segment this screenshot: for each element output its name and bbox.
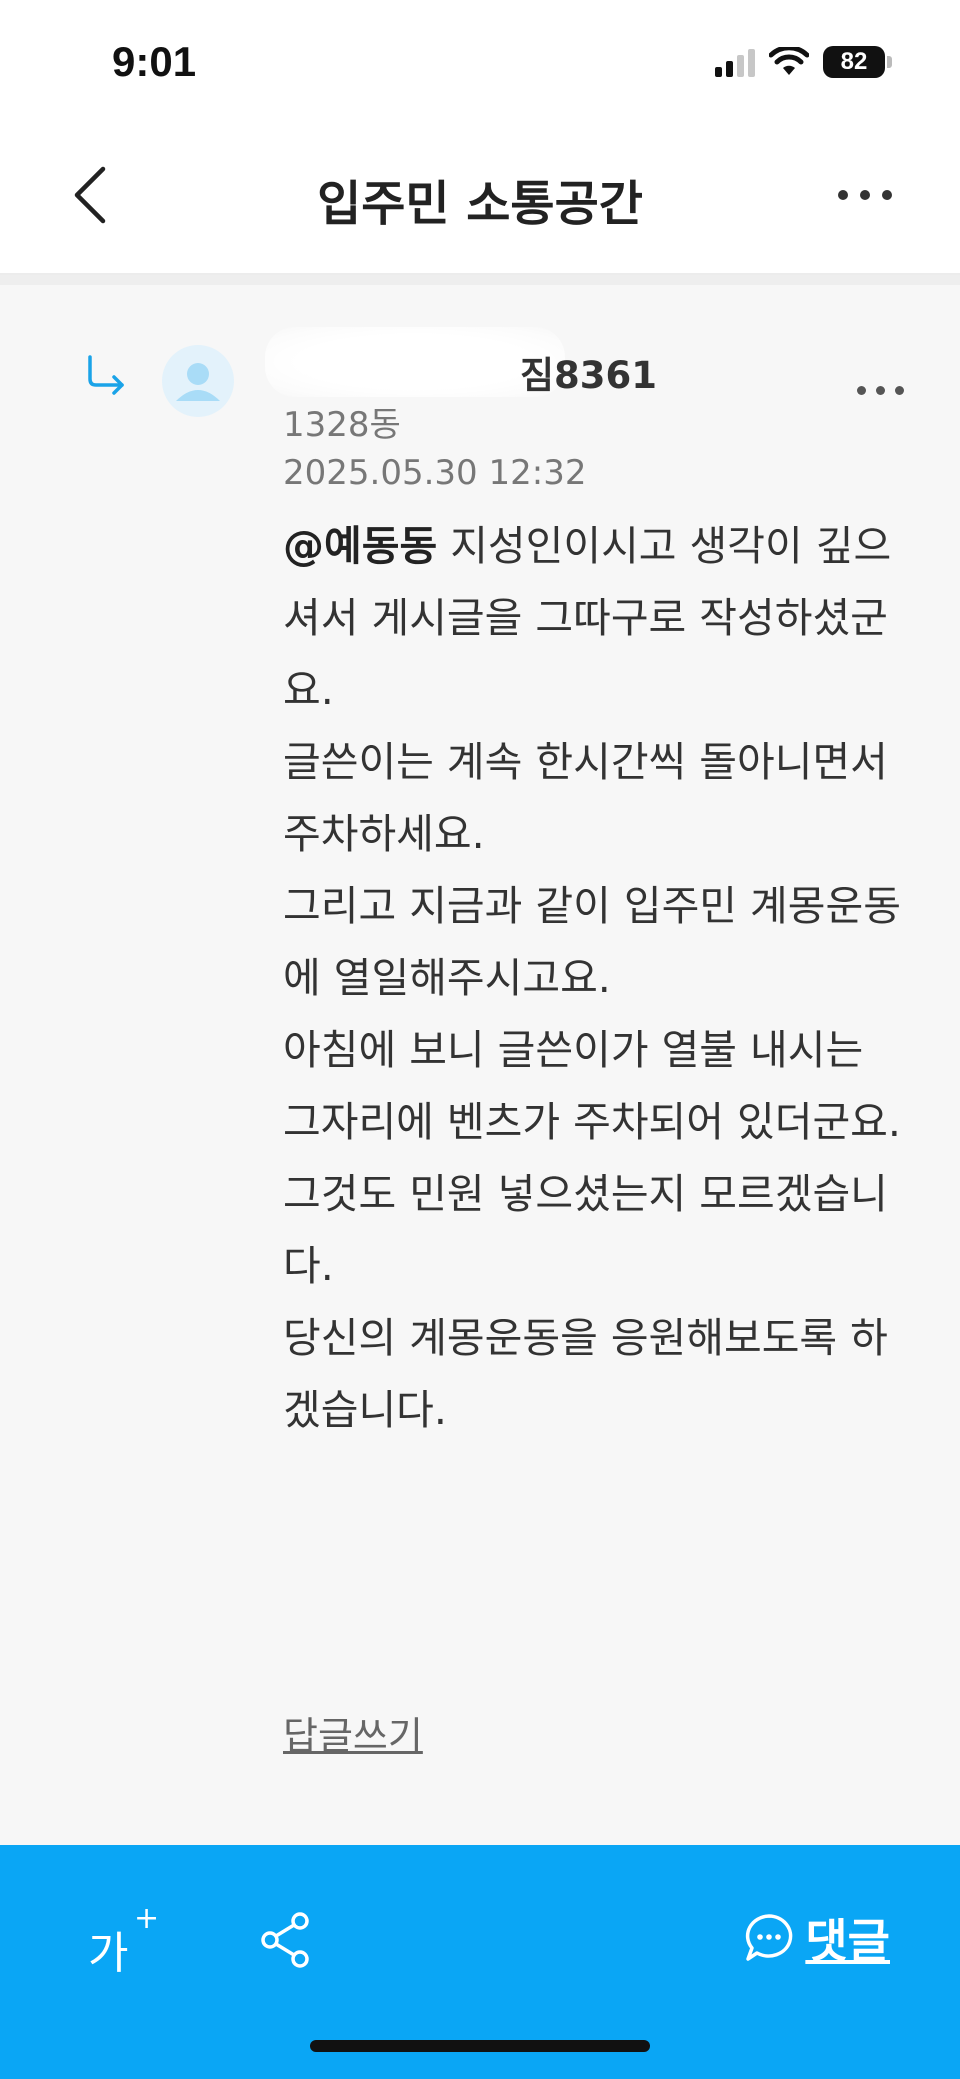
header: 입주민 소통공간 bbox=[0, 130, 960, 275]
signal-icon bbox=[715, 47, 755, 77]
mention-link[interactable]: @예동동 bbox=[283, 522, 437, 570]
wifi-icon bbox=[769, 47, 809, 75]
comment-text: 지성인이시고 생각이 깊으셔서 게시글을 그따구로 작성하셨군요. 글쓴이는 계… bbox=[283, 522, 901, 1434]
avatar[interactable] bbox=[162, 345, 234, 417]
comment-item: 짐8361 1328동 2025.05.30 12:32 @예동동 지성인이시고… bbox=[0, 285, 960, 1845]
divider bbox=[0, 275, 960, 285]
status-bar: 9:01 82 bbox=[0, 0, 960, 130]
comment-more-button[interactable] bbox=[840, 375, 920, 405]
font-size-label: 가 bbox=[88, 1928, 129, 1979]
more-options-button[interactable] bbox=[810, 170, 920, 220]
user-avatar-icon bbox=[176, 363, 220, 401]
comment-timestamp: 2025.05.30 12:32 bbox=[283, 453, 587, 493]
font-size-button[interactable]: 가 + bbox=[88, 1901, 168, 1979]
battery-level: 82 bbox=[840, 48, 868, 75]
font-size-plus: + bbox=[134, 1901, 160, 1936]
author-name[interactable]: 짐8361 bbox=[520, 345, 657, 399]
more-horizontal-icon bbox=[856, 385, 866, 395]
reply-arrow-icon bbox=[88, 355, 124, 395]
chat-bubble-icon bbox=[746, 1914, 793, 1961]
author-building: 1328동 bbox=[283, 405, 401, 445]
more-horizontal-icon bbox=[838, 190, 848, 200]
comment-button[interactable]: 댓글 bbox=[743, 1903, 890, 1973]
share-icon bbox=[261, 1912, 309, 1968]
reply-link[interactable]: 답글쓰기 bbox=[283, 1705, 423, 1760]
status-icons: 82 bbox=[715, 46, 892, 78]
share-button[interactable] bbox=[255, 1905, 315, 1975]
status-time: 9:01 bbox=[112, 38, 197, 85]
comment-label: 댓글 bbox=[805, 1914, 890, 1968]
comment-body: @예동동 지성인이시고 생각이 깊으셔서 게시글을 그따구로 작성하셨군요. 글… bbox=[283, 510, 913, 1446]
battery-icon: 82 bbox=[823, 46, 892, 78]
home-indicator[interactable] bbox=[310, 2040, 650, 2052]
